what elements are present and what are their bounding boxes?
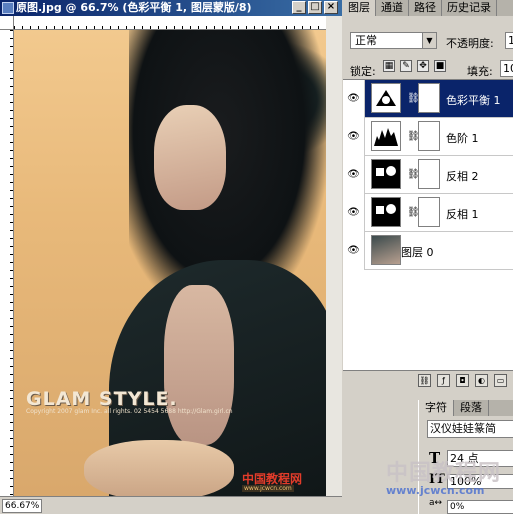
layer-row[interactable]: 👁 ⛓ 反相 2 bbox=[343, 156, 513, 194]
photo-headline: GLAM STYLE. bbox=[26, 388, 178, 410]
layer-row[interactable]: 👁 ⛓ 反相 1 bbox=[343, 194, 513, 232]
fill-label: 填充: bbox=[467, 65, 493, 78]
vertical-scrollbar[interactable] bbox=[326, 16, 342, 496]
tab-channels[interactable]: 通道 bbox=[376, 0, 409, 16]
horizontal-ruler[interactable] bbox=[14, 16, 326, 30]
tab-character[interactable]: 字符 bbox=[419, 400, 454, 416]
blend-mode-value: 正常 bbox=[355, 34, 377, 47]
levels-icon bbox=[371, 121, 401, 151]
eye-icon[interactable]: 👁 bbox=[343, 232, 365, 270]
status-bar: 66.67% bbox=[0, 496, 342, 514]
layers-list: 👁 ⛓ 色彩平衡 1 👁 ⛓ 色阶 1 👁 ⛓ 反相 2 👁 ⛓ 反相 1 👁 … bbox=[343, 79, 513, 370]
photoshop-window: 原图.jpg @ 66.7% (色彩平衡 1, 图层蒙版/8) _ □ × GL… bbox=[0, 0, 513, 514]
font-family-select[interactable]: 汉仪娃娃篆简 bbox=[427, 420, 513, 438]
layer-name: 色阶 1 bbox=[446, 132, 479, 145]
zoom-field[interactable]: 66.67% bbox=[2, 499, 42, 513]
layers-panel: 图层 通道 路径 历史记录 正常 ▼ 不透明度: 100% 锁定: ▦ ✎ ✥ … bbox=[343, 0, 513, 390]
link-layers-icon[interactable]: ⛓ bbox=[418, 374, 431, 387]
lock-position-icon[interactable]: ✥ bbox=[417, 60, 429, 72]
document-title: 原图.jpg @ 66.7% (色彩平衡 1, 图层蒙版/8) bbox=[16, 1, 252, 14]
lock-pixels-icon[interactable]: ✎ bbox=[400, 60, 412, 72]
layer-mask-thumbnail[interactable] bbox=[418, 83, 440, 113]
tracking-field[interactable]: 0% bbox=[447, 500, 513, 514]
fill-field[interactable]: 100% bbox=[500, 60, 513, 77]
photo-watermark-url: www.jcwcn.com bbox=[242, 485, 294, 492]
invert-icon bbox=[371, 159, 401, 189]
opacity-label: 不透明度: bbox=[446, 37, 494, 50]
layer-row[interactable]: 👁 ⛓ 色彩平衡 1 bbox=[343, 80, 513, 118]
document-window: 原图.jpg @ 66.7% (色彩平衡 1, 图层蒙版/8) _ □ × GL… bbox=[0, 0, 342, 514]
layer-name: 图层 0 bbox=[401, 246, 434, 259]
panel-tabs: 图层 通道 路径 历史记录 bbox=[343, 0, 513, 16]
photo-face bbox=[154, 105, 226, 210]
eye-icon[interactable]: 👁 bbox=[343, 194, 365, 232]
layer-name: 反相 2 bbox=[446, 170, 479, 183]
maximize-button[interactable]: □ bbox=[308, 1, 322, 14]
layer-name: 色彩平衡 1 bbox=[446, 94, 501, 107]
layer-mask-thumbnail[interactable] bbox=[418, 197, 440, 227]
layer-mask-thumbnail[interactable] bbox=[418, 159, 440, 189]
ruler-origin[interactable] bbox=[0, 16, 14, 30]
lock-label: 锁定: bbox=[350, 65, 376, 78]
photo-thumbnail bbox=[371, 235, 401, 265]
tab-paragraph[interactable]: 段落 bbox=[454, 400, 489, 416]
vertical-ruler[interactable] bbox=[0, 30, 14, 496]
layers-panel-footer: ⛓ ƒ ◘ ◐ ▭ bbox=[343, 370, 513, 390]
invert-icon bbox=[371, 197, 401, 227]
photo-caption: Copyright 2007 glam Inc. all rights. 02 … bbox=[26, 408, 233, 415]
lock-transparency-icon[interactable]: ▦ bbox=[383, 60, 395, 72]
photo-hands bbox=[84, 440, 234, 496]
photoshop-app-icon bbox=[2, 2, 14, 14]
layer-mask-thumbnail[interactable] bbox=[418, 121, 440, 151]
document-title-bar[interactable]: 原图.jpg @ 66.7% (色彩平衡 1, 图层蒙版/8) _ □ × bbox=[0, 0, 342, 16]
character-panel-tabs: 字符 段落 bbox=[419, 400, 513, 416]
eye-icon[interactable]: 👁 bbox=[343, 156, 365, 194]
layer-style-icon[interactable]: ƒ bbox=[437, 374, 450, 387]
add-mask-icon[interactable]: ◘ bbox=[456, 374, 469, 387]
chevron-down-icon[interactable]: ▼ bbox=[422, 33, 436, 48]
layer-row[interactable]: 👁 ⛓ 色阶 1 bbox=[343, 118, 513, 156]
minimize-button[interactable]: _ bbox=[292, 1, 306, 14]
tab-layers[interactable]: 图层 bbox=[343, 0, 376, 16]
image-canvas[interactable]: GLAM STYLE. Copyright 2007 glam Inc. all… bbox=[14, 30, 326, 496]
new-group-icon[interactable]: ▭ bbox=[494, 374, 507, 387]
close-button[interactable]: × bbox=[324, 1, 338, 14]
adjustment-layer-icon[interactable]: ◐ bbox=[475, 374, 488, 387]
eye-icon[interactable]: 👁 bbox=[343, 118, 365, 156]
lock-all-icon[interactable]: ■ bbox=[434, 60, 446, 72]
opacity-field[interactable]: 100% bbox=[505, 32, 513, 49]
layer-name: 反相 1 bbox=[446, 208, 479, 221]
photo-arm bbox=[164, 285, 234, 445]
layer-row[interactable]: 👁 图层 0 bbox=[343, 232, 513, 270]
tab-history[interactable]: 历史记录 bbox=[442, 0, 497, 16]
corner-watermark-logo: 中国教程网 bbox=[386, 461, 502, 486]
eye-icon[interactable]: 👁 bbox=[343, 80, 365, 118]
blend-mode-select[interactable]: 正常 ▼ bbox=[350, 32, 437, 49]
tracking-icon: a↔ bbox=[429, 498, 443, 508]
color-balance-icon bbox=[371, 83, 401, 113]
tab-paths[interactable]: 路径 bbox=[409, 0, 442, 16]
corner-watermark-url: www.jcwcn.com bbox=[386, 484, 485, 497]
